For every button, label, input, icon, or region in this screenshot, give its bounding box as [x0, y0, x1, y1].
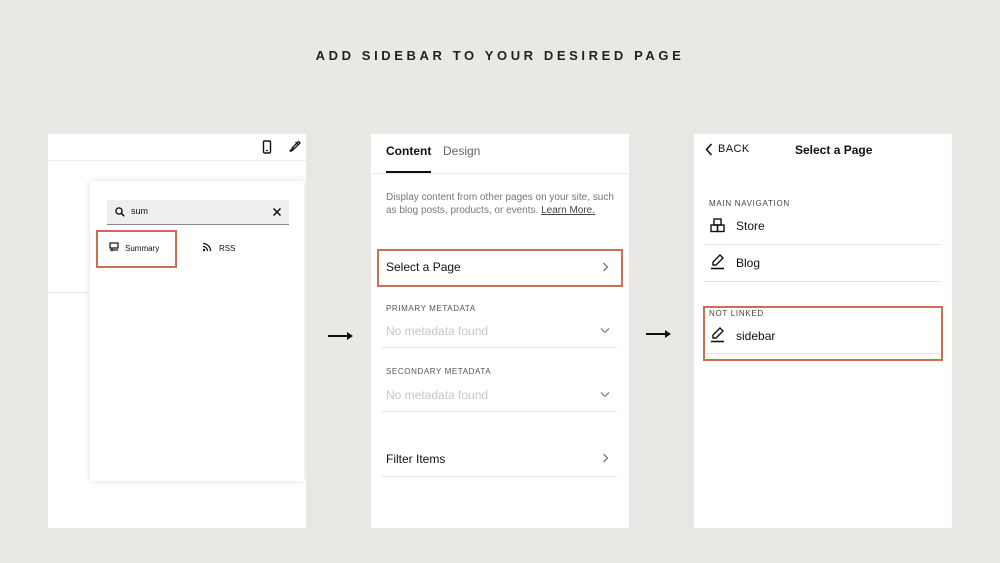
- search-value: sum: [131, 206, 149, 216]
- chevron-left-icon: [705, 143, 713, 156]
- back-label: BACK: [718, 143, 750, 155]
- divider: [704, 281, 940, 282]
- secondary-metadata-heading: SECONDARY METADATA: [386, 367, 492, 376]
- rss-icon: [202, 242, 212, 252]
- divider: [381, 411, 617, 412]
- nav-item-label: Store: [736, 219, 765, 233]
- secondary-metadata-value: No metadata found: [386, 388, 489, 402]
- add-block-menu: sum Summary RSS: [90, 181, 304, 481]
- chevron-down-icon: [600, 328, 610, 334]
- tab-content[interactable]: Content: [386, 144, 431, 158]
- divider: [48, 292, 88, 293]
- learn-more-link[interactable]: Learn More.: [541, 205, 595, 216]
- filter-items-label: Filter Items: [386, 452, 446, 466]
- select-page-panel: BACK Select a Page MAIN NAVIGATION Store…: [694, 134, 952, 528]
- page-title: Select a Page: [795, 143, 873, 157]
- content-description: Display content from other pages on your…: [386, 192, 614, 216]
- nav-item-label: Blog: [736, 256, 761, 270]
- chevron-right-icon: [603, 453, 609, 463]
- page-heading: ADD SIDEBAR TO YOUR DESIRED PAGE: [315, 48, 685, 63]
- summary-block-settings: Content Design Display content from othe…: [371, 134, 629, 528]
- close-icon[interactable]: [272, 207, 282, 217]
- search-icon: [115, 207, 125, 217]
- chevron-down-icon: [600, 392, 610, 398]
- divider: [381, 347, 617, 348]
- blog-icon: [711, 254, 724, 270]
- highlight-summary: [96, 230, 177, 268]
- block-rss-label: RSS: [219, 244, 236, 253]
- main-navigation-heading: MAIN NAVIGATION: [709, 199, 790, 208]
- divider: [704, 244, 940, 245]
- store-icon: [710, 218, 725, 233]
- mobile-icon[interactable]: [262, 140, 272, 154]
- arrow-right-icon: [328, 332, 353, 340]
- arrow-right-icon: [646, 330, 671, 338]
- divider: [381, 476, 617, 477]
- highlight-not-linked: [703, 306, 943, 361]
- editor-panel: sum Summary RSS: [48, 134, 306, 528]
- paintbrush-icon[interactable]: [287, 139, 301, 153]
- toolbar-divider: [48, 160, 306, 161]
- highlight-select-page: [377, 249, 623, 287]
- tab-design[interactable]: Design: [443, 144, 480, 158]
- primary-metadata-heading: PRIMARY METADATA: [386, 304, 476, 313]
- tab-divider: [371, 173, 629, 174]
- search-input[interactable]: sum: [107, 200, 289, 225]
- primary-metadata-value: No metadata found: [386, 324, 489, 338]
